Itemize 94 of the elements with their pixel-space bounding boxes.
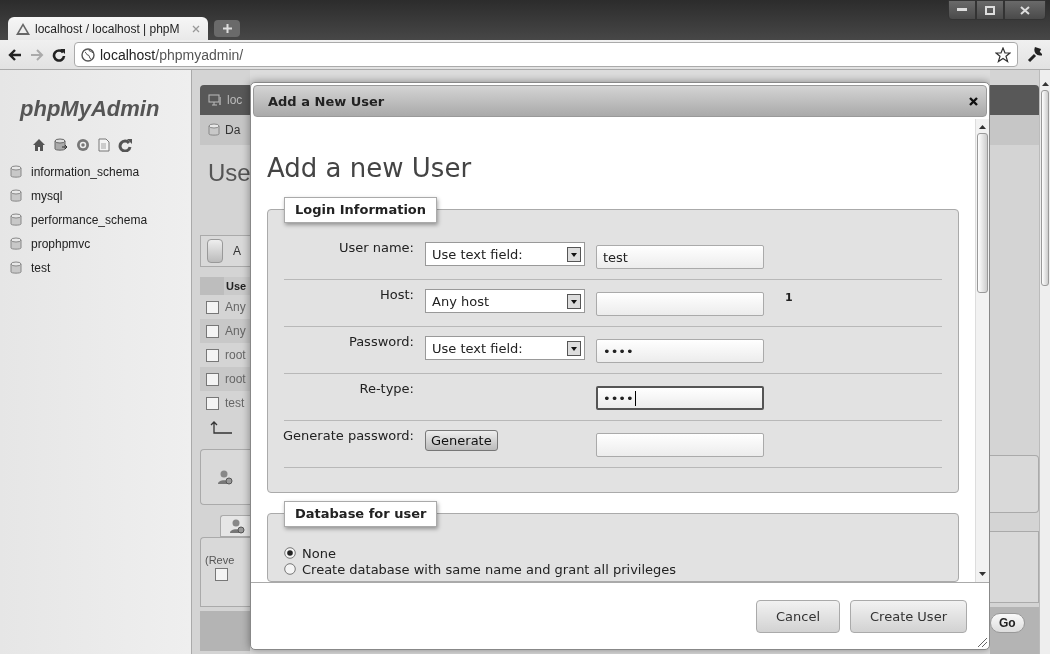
- monitor-icon: [208, 94, 222, 106]
- radio-button[interactable]: [284, 547, 296, 559]
- field-label: Generate password:: [283, 428, 415, 443]
- field-label: Re-type:: [359, 381, 415, 396]
- form-footer-bar: [200, 611, 250, 651]
- user-icon: [229, 518, 245, 534]
- close-icon[interactable]: [969, 96, 978, 106]
- user-icon: [217, 469, 233, 485]
- input-field[interactable]: ••••: [596, 339, 764, 363]
- scroll-up-icon[interactable]: [979, 125, 986, 129]
- table-cell: Any: [225, 300, 246, 314]
- maximize-button[interactable]: [976, 0, 1004, 20]
- select-field[interactable]: Use text field:: [425, 336, 585, 360]
- table-cell: root: [225, 348, 246, 362]
- database-link[interactable]: prophpmvc: [0, 232, 91, 256]
- minimize-icon: [957, 8, 967, 12]
- create-user-button[interactable]: Create User: [850, 599, 967, 633]
- scroll-thumb[interactable]: [1041, 90, 1049, 286]
- field-label: User name:: [339, 240, 415, 255]
- star-icon[interactable]: [995, 46, 1011, 63]
- database-link[interactable]: information_schema: [0, 160, 140, 184]
- back-arrow-icon[interactable]: [8, 48, 22, 61]
- form-heading: Add a new User: [267, 153, 472, 183]
- warning-sign-icon: [16, 22, 30, 35]
- checkbox[interactable]: [206, 372, 219, 386]
- radio-option[interactable]: None: [284, 545, 336, 561]
- checkbox[interactable]: [206, 324, 219, 338]
- checkbox[interactable]: [215, 568, 228, 581]
- scroll-up-icon[interactable]: [1041, 82, 1049, 86]
- home-icon[interactable]: [32, 138, 46, 152]
- input-field[interactable]: [596, 292, 764, 316]
- generate-button[interactable]: Generate: [425, 430, 498, 451]
- database-icon[interactable]: [54, 138, 68, 152]
- plus-icon: [222, 24, 232, 33]
- fieldset-legend: Database for user: [284, 501, 438, 527]
- dialog-title: Add a New User: [268, 93, 385, 109]
- cancel-button[interactable]: Cancel: [756, 599, 841, 633]
- database-link[interactable]: mysql: [0, 184, 63, 208]
- document-icon[interactable]: [98, 138, 110, 152]
- select-field[interactable]: Use text field:: [425, 242, 585, 266]
- maximize-icon: [985, 5, 995, 15]
- wrench-icon[interactable]: [1026, 46, 1042, 63]
- input-field[interactable]: [596, 433, 764, 457]
- minimize-button[interactable]: [948, 0, 976, 20]
- user-tab[interactable]: [220, 515, 250, 537]
- checkbox[interactable]: [206, 300, 219, 314]
- revoke-note: (Reve: [205, 554, 235, 566]
- database-icon: [10, 165, 22, 179]
- tab-bar: [990, 85, 1039, 115]
- column-header[interactable]: Use: [200, 277, 250, 295]
- close-icon: [1020, 5, 1030, 15]
- action-button[interactable]: A: [200, 235, 250, 267]
- field-label: Host:: [380, 287, 415, 302]
- database-icon: [208, 123, 220, 137]
- checkbox[interactable]: [206, 348, 219, 362]
- corner-arrow-icon: [210, 421, 232, 435]
- select-field[interactable]: Any host: [425, 289, 585, 313]
- databases-tab[interactable]: Da: [200, 115, 250, 145]
- server-tab[interactable]: loc: [200, 85, 250, 115]
- database-icon: [10, 213, 22, 227]
- table-cell: test: [225, 396, 245, 410]
- sub-tab-bar: [990, 115, 1039, 145]
- url-field[interactable]: localhost/phpmyadmin/: [74, 42, 1018, 67]
- input-field[interactable]: ••••: [596, 386, 764, 410]
- close-window-button[interactable]: [1004, 0, 1046, 20]
- refresh-icon[interactable]: [118, 138, 132, 152]
- app-logo[interactable]: phpMyAdmin: [20, 96, 160, 122]
- database-icon: [10, 237, 22, 251]
- input-field[interactable]: test: [596, 245, 764, 269]
- radio-option[interactable]: Create database with same name and grant all privileges: [284, 561, 677, 577]
- database-link[interactable]: test: [0, 256, 51, 280]
- database-icon: [10, 189, 22, 203]
- page-scrollbar[interactable]: [1039, 70, 1050, 654]
- browser-tab[interactable]: localhost / localhost | phpM: [8, 17, 208, 40]
- go-button[interactable]: Go: [990, 613, 1025, 633]
- dialog-scrollbar[interactable]: [975, 119, 989, 582]
- database-link[interactable]: performance_schema: [0, 208, 148, 232]
- footnote-mark: 1: [784, 291, 794, 304]
- new-tab-button[interactable]: [214, 20, 240, 37]
- database-icon: [10, 261, 22, 275]
- checkbox[interactable]: [206, 396, 219, 410]
- field-label: Password:: [348, 334, 415, 349]
- tab-title: localhost / localhost | phpM: [35, 21, 181, 36]
- button-icon: [207, 239, 223, 263]
- table-cell: root: [225, 372, 246, 386]
- globe-icon: [81, 47, 95, 62]
- table-cell: Any: [225, 324, 246, 338]
- fieldset-legend: Login Information: [284, 197, 438, 223]
- resize-grip-icon[interactable]: [977, 637, 987, 647]
- scroll-thumb[interactable]: [977, 133, 988, 293]
- page-heading: Use: [208, 159, 250, 187]
- radio-button[interactable]: [284, 563, 296, 575]
- reload-icon[interactable]: [52, 47, 66, 62]
- scroll-down-icon[interactable]: [979, 572, 986, 576]
